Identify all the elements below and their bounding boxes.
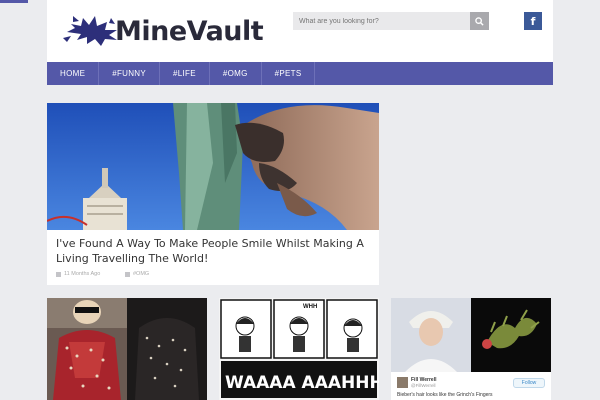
search-icon [475,16,484,26]
main-nav: HOME #FUNNY #LIFE #OMG #PETS [47,62,553,85]
site-logo[interactable]: MineVault [61,8,264,48]
featured-post-title[interactable]: I've Found A Way To Make People Smile Wh… [56,236,366,266]
sidebar-area [391,103,553,285]
facebook-icon: f [530,14,536,28]
tweet-author-handle: @FillWerrell [411,383,436,388]
post-card-scarf-image[interactable] [47,298,207,400]
search-button[interactable] [470,12,489,30]
follow-button[interactable]: Follow [513,378,545,388]
avatar [397,377,408,388]
nav-item-omg[interactable]: #OMG [210,62,262,85]
search-input[interactable] [293,12,489,30]
tweet-embed: Fill Werrell @FillWerrell Follow Bieber'… [391,372,551,400]
tweet-text: Bieber's hair looks like the Grinch's Fi… [397,392,493,398]
comic-text-top: WHH [303,304,317,310]
post-date: 11 Months Ago [56,271,100,277]
post-card-comic[interactable]: WHH WAAAA AAAHHH [219,298,379,400]
facebook-button[interactable]: f [524,12,542,30]
nav-item-funny[interactable]: #FUNNY [99,62,161,85]
calendar-icon [56,271,61,277]
post-date-text: 11 Months Ago [64,271,101,277]
post-card-comic-image[interactable]: WHH WAAAA AAAHHH [219,298,379,400]
featured-post-image[interactable] [47,103,379,230]
post-tag[interactable]: #OMG [125,271,149,277]
nav-item-pets[interactable]: #PETS [262,62,316,85]
tag-icon [125,271,130,277]
logo-text: MineVault [115,16,264,47]
post-card-tweet-image[interactable] [391,298,551,372]
featured-post-card[interactable]: I've Found A Way To Make People Smile Wh… [47,103,379,285]
site-header: MineVault f [47,0,553,62]
post-card-tweet[interactable]: Fill Werrell @FillWerrell Follow Bieber'… [391,298,551,400]
post-tag-text[interactable]: #OMG [133,271,149,277]
top-accent-strip [0,0,28,3]
nav-item-home[interactable]: HOME [47,62,100,85]
post-card-scarf[interactable] [47,298,207,400]
nav-item-life[interactable]: #LIFE [160,62,210,85]
comic-text-bottom: WAAAA AAAHHH [225,373,379,393]
